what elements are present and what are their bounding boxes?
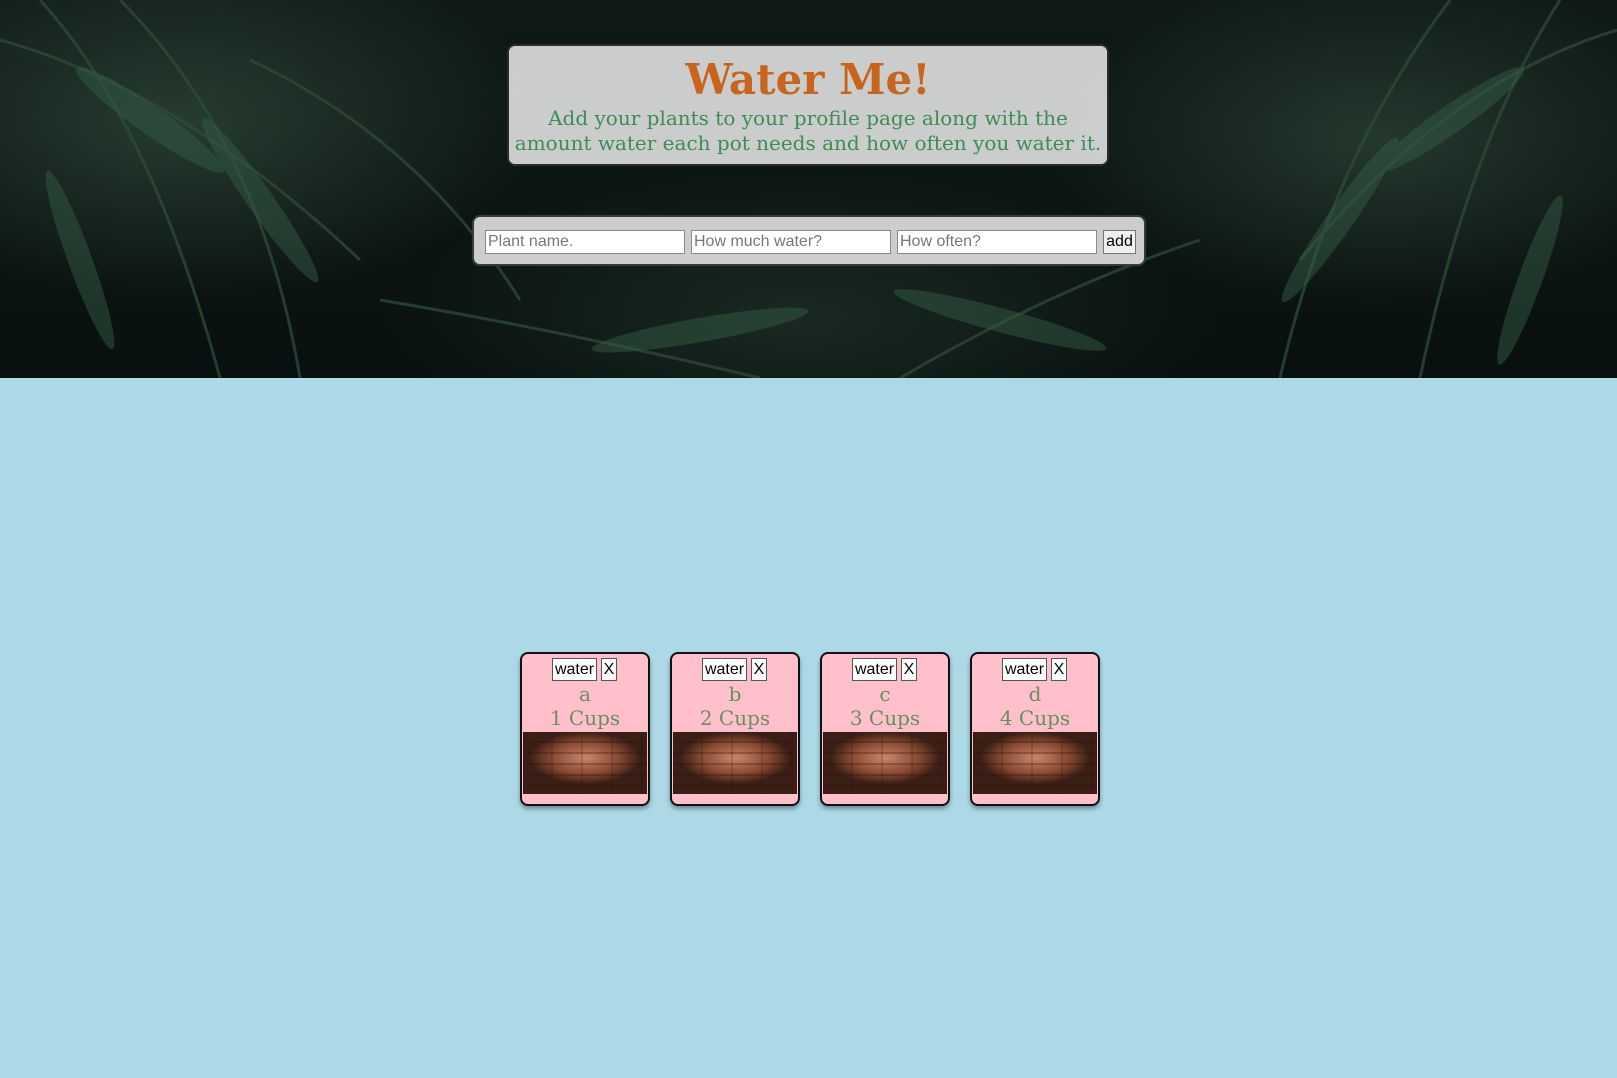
plant-name: c	[879, 682, 891, 706]
remove-button[interactable]: X	[751, 658, 767, 681]
water-button[interactable]: water	[852, 658, 897, 681]
header-panel: Water Me! Add your plants to your profil…	[507, 44, 1109, 166]
plant-name: d	[1028, 682, 1042, 706]
water-button[interactable]: water	[552, 658, 597, 681]
water-frequency-input[interactable]	[897, 230, 1097, 254]
wood-pot-image	[973, 732, 1097, 794]
wood-pot-image	[523, 732, 647, 794]
plant-card: water X c 3 Cups	[820, 652, 950, 806]
card-controls: water X	[822, 658, 948, 682]
page-title: Water Me!	[685, 55, 931, 104]
remove-button[interactable]: X	[901, 658, 917, 681]
remove-button[interactable]: X	[601, 658, 617, 681]
plant-card: water X d 4 Cups	[970, 652, 1100, 806]
plant-water-amount: 3 Cups	[849, 706, 921, 730]
card-controls: water X	[522, 658, 648, 682]
remove-button[interactable]: X	[1051, 658, 1067, 681]
wood-pot-image	[823, 732, 947, 794]
plant-water-amount: 4 Cups	[999, 706, 1071, 730]
plant-card: water X b 2 Cups	[670, 652, 800, 806]
plant-card: water X a 1 Cups	[520, 652, 650, 806]
water-button[interactable]: water	[702, 658, 747, 681]
wood-pot-image	[673, 732, 797, 794]
plant-name: b	[728, 682, 742, 706]
water-amount-input[interactable]	[691, 230, 891, 254]
plant-name: a	[579, 682, 591, 706]
plant-water-amount: 1 Cups	[549, 706, 621, 730]
card-controls: water X	[972, 658, 1098, 682]
plant-name-input[interactable]	[485, 230, 685, 254]
add-button[interactable]: add	[1103, 230, 1136, 254]
add-plant-form: add	[472, 215, 1146, 266]
card-controls: water X	[672, 658, 798, 682]
water-button[interactable]: water	[1002, 658, 1047, 681]
plant-water-amount: 2 Cups	[699, 706, 771, 730]
page-subtitle: Add your plants to your profile page alo…	[514, 106, 1102, 155]
